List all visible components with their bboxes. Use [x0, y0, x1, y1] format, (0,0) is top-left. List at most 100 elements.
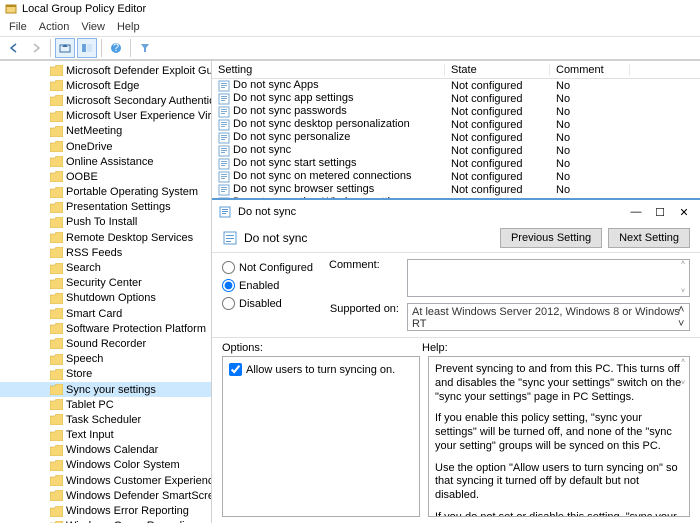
folder-icon — [50, 490, 63, 501]
list-row[interactable]: Do not sync desktop personalizationNot c… — [212, 118, 700, 131]
tree-item[interactable]: Windows Color System — [0, 458, 211, 473]
setting-icon — [218, 119, 230, 131]
tree-item[interactable]: Remote Desktop Services — [0, 230, 211, 245]
menu-action[interactable]: Action — [34, 21, 75, 33]
folder-icon — [50, 430, 63, 441]
filter-button[interactable] — [135, 38, 155, 58]
maximize-button[interactable]: ☐ — [654, 206, 666, 219]
col-setting[interactable]: Setting — [212, 64, 445, 76]
folder-icon — [50, 475, 63, 486]
help-button[interactable]: ? — [106, 38, 126, 58]
menu-file[interactable]: File — [4, 21, 32, 33]
tree-item-label: Microsoft Secondary Authentication Fa — [66, 95, 212, 107]
radio-disabled[interactable]: Disabled — [222, 297, 317, 310]
forward-button[interactable] — [26, 38, 46, 58]
tree-item[interactable]: Microsoft Defender Exploit Guard — [0, 63, 211, 78]
folder-icon — [50, 460, 63, 471]
list-row[interactable]: Do not sync on metered connectionsNot co… — [212, 170, 700, 183]
menu-view[interactable]: View — [76, 21, 110, 33]
menubar: File Action View Help — [0, 18, 700, 36]
up-button[interactable] — [55, 38, 75, 58]
tree-item[interactable]: Windows Defender SmartScreen — [0, 488, 211, 503]
tree-item[interactable]: Sound Recorder — [0, 336, 211, 351]
tree-item[interactable]: Text Input — [0, 428, 211, 443]
folder-icon — [50, 141, 63, 152]
folder-icon — [50, 338, 63, 349]
list-row[interactable]: Do not sync browser settings Not configur… — [212, 183, 700, 196]
setting-comment: No — [550, 145, 630, 157]
svg-text:?: ? — [113, 42, 119, 54]
comment-field[interactable]: ˄˅ — [407, 259, 690, 297]
folder-icon — [50, 278, 63, 289]
tree-item[interactable]: OneDrive — [0, 139, 211, 154]
tree-item-label: Sync your settings — [66, 384, 156, 396]
tree-item[interactable]: Tablet PC — [0, 397, 211, 412]
tree-item[interactable]: Speech — [0, 352, 211, 367]
help-box: ˄˅ Prevent syncing to and from this PC. … — [428, 356, 690, 517]
previous-setting-button[interactable]: Previous Setting — [500, 228, 602, 248]
tree-pane[interactable]: Microsoft Defender Exploit GuardMicrosof… — [0, 61, 212, 523]
supported-on-label: Supported on: — [329, 303, 399, 315]
tree-item[interactable]: Portable Operating System — [0, 185, 211, 200]
tree-item[interactable]: Microsoft Edge — [0, 78, 211, 93]
tree-item[interactable]: Microsoft Secondary Authentication Fa — [0, 93, 211, 108]
setting-icon — [218, 93, 230, 105]
tree-item[interactable]: OOBE — [0, 169, 211, 184]
show-hide-tree-button[interactable] — [77, 38, 97, 58]
tree-item[interactable]: Task Scheduler — [0, 412, 211, 427]
tree-item[interactable]: Microsoft User Experience Virtualizatior — [0, 109, 211, 124]
tree-item[interactable]: Shutdown Options — [0, 291, 211, 306]
window-title: Local Group Policy Editor — [22, 3, 146, 15]
tree-item[interactable]: Store — [0, 367, 211, 382]
setting-dialog: Do not sync — ☐ ✕ Do not sync Previous S… — [212, 198, 700, 523]
dialog-icon — [218, 205, 232, 219]
col-comment[interactable]: Comment — [550, 64, 630, 76]
list-row[interactable]: Do not sync passwordsNot configuredNo — [212, 105, 700, 118]
col-state[interactable]: State — [445, 64, 550, 76]
back-button[interactable] — [4, 38, 24, 58]
minimize-button[interactable]: — — [630, 206, 642, 219]
setting-state: Not configured — [445, 132, 550, 144]
tree-item[interactable]: Online Assistance — [0, 154, 211, 169]
setting-comment: No — [550, 184, 630, 196]
setting-name: Do not sync browser settings — [233, 183, 374, 195]
folder-icon — [50, 217, 63, 228]
allow-syncing-checkbox[interactable]: Allow users to turn syncing on. — [229, 363, 413, 376]
list-row[interactable]: Do not sync personalizeNot configuredNo — [212, 131, 700, 144]
setting-state: Not configured — [445, 145, 550, 157]
menu-help[interactable]: Help — [112, 21, 145, 33]
list-row[interactable]: Do not syncNot configuredNo — [212, 144, 700, 157]
list-row[interactable]: Do not sync app settingsNot configuredNo — [212, 92, 700, 105]
window-titlebar: Local Group Policy Editor — [0, 0, 700, 18]
folder-icon — [50, 95, 63, 106]
tree-item-label: Windows Defender SmartScreen — [66, 490, 212, 502]
next-setting-button[interactable]: Next Setting — [608, 228, 690, 248]
tree-item[interactable]: Security Center — [0, 276, 211, 291]
radio-not-configured[interactable]: Not Configured — [222, 261, 317, 274]
tree-item[interactable]: Search — [0, 260, 211, 275]
tree-item[interactable]: Windows Calendar — [0, 443, 211, 458]
setting-state: Not configured — [445, 184, 550, 196]
radio-enabled[interactable]: Enabled — [222, 279, 317, 292]
tree-item[interactable]: Presentation Settings — [0, 200, 211, 215]
dialog-titlebar: Do not sync — ☐ ✕ — [212, 200, 700, 224]
tree-item[interactable]: Windows Game Recording and Broadca — [0, 519, 211, 523]
tree-item[interactable]: Push To Install — [0, 215, 211, 230]
setting-name: Do not sync personalize — [233, 131, 350, 143]
setting-name: Do not sync on metered connections — [233, 170, 412, 182]
folder-icon — [50, 414, 63, 425]
tree-item[interactable]: Smart Card — [0, 306, 211, 321]
tree-item[interactable]: NetMeeting — [0, 124, 211, 139]
tree-item[interactable]: Windows Error Reporting — [0, 503, 211, 518]
folder-icon — [50, 354, 63, 365]
list-row[interactable]: Do not sync start settingsNot configured… — [212, 157, 700, 170]
settings-list: Setting State Comment Do not sync AppsNo… — [212, 61, 700, 198]
list-row[interactable]: Do not sync AppsNot configuredNo — [212, 79, 700, 92]
tree-item[interactable]: Software Protection Platform — [0, 321, 211, 336]
setting-comment: No — [550, 158, 630, 170]
setting-comment: No — [550, 93, 630, 105]
tree-item[interactable]: Sync your settings — [0, 382, 211, 397]
close-button[interactable]: ✕ — [678, 206, 690, 219]
tree-item[interactable]: RSS Feeds — [0, 245, 211, 260]
tree-item[interactable]: Windows Customer Experience Improv — [0, 473, 211, 488]
